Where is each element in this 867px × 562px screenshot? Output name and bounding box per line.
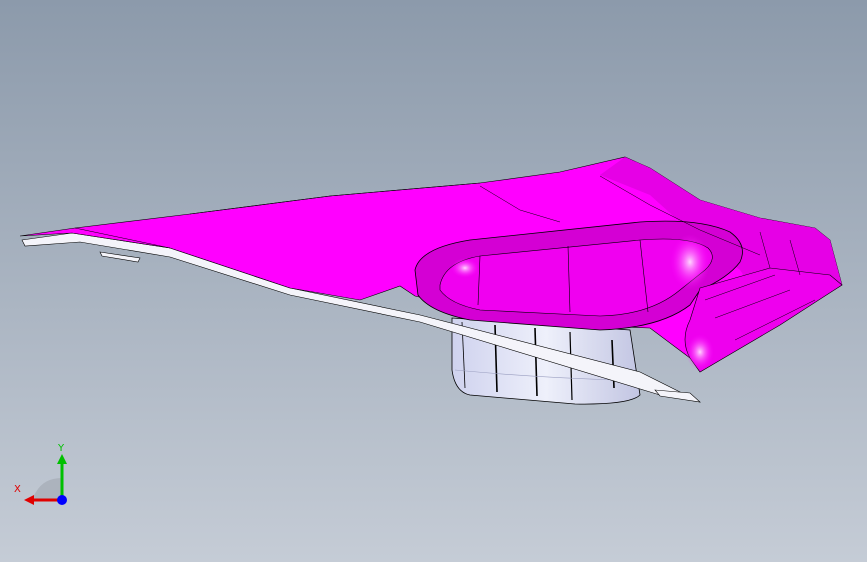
triad-graphic xyxy=(24,454,67,505)
graphics-viewport[interactable]: Y X xyxy=(0,0,867,562)
y-axis-label: Y xyxy=(58,443,65,454)
coordinate-triad[interactable]: Y X xyxy=(14,440,74,510)
model-scene[interactable] xyxy=(0,0,867,562)
x-axis-label: X xyxy=(14,484,21,495)
